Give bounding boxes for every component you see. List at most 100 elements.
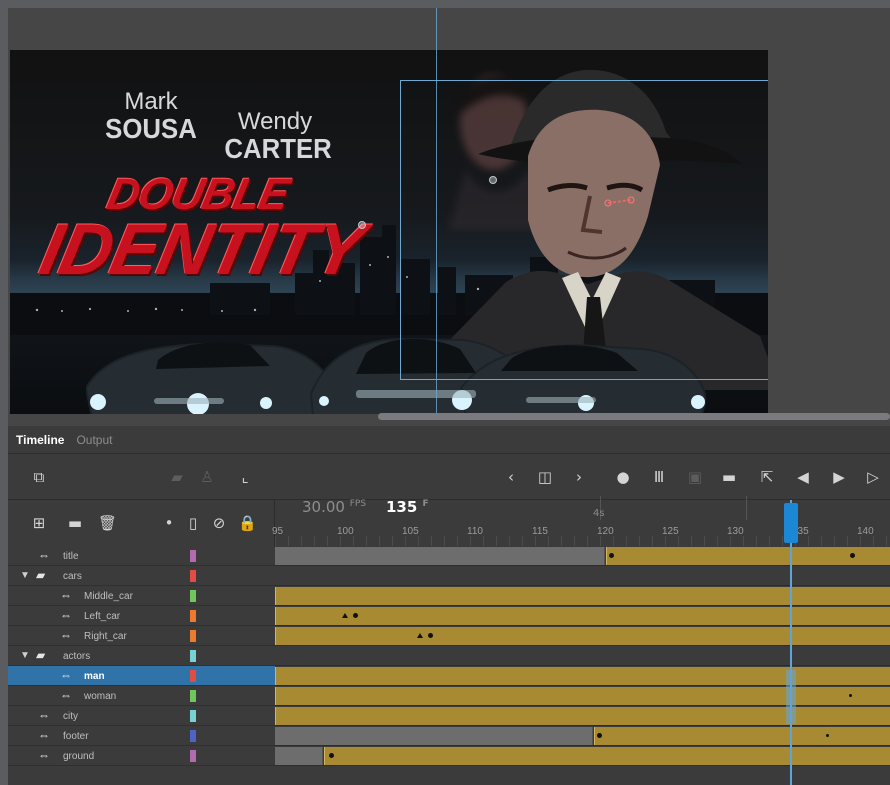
layer-color-swatch[interactable] [190,570,196,582]
tween-span[interactable] [275,607,890,625]
frame-center-icon[interactable]: ▣ [686,468,704,486]
tween-span[interactable] [275,667,890,685]
tween-span[interactable] [606,547,890,565]
frame-row-ground[interactable] [275,746,890,766]
ease-marker[interactable] [417,633,423,638]
timeline-panel: Timeline Output ⧉ ▰ ♙ ⌞ 30.00 FPS 135 F … [8,426,890,785]
layer-row-middle-car[interactable]: ⇔ Middle_car [8,586,275,606]
previous-frame-icon[interactable]: ‹ [502,468,520,486]
panel-tabs: Timeline Output [8,426,890,454]
layer-row-title[interactable]: ⇔ title [8,546,275,566]
stage-horizontal-scrollbar[interactable] [378,413,890,420]
lock-icon[interactable]: 🔒 [238,514,257,532]
keyframe[interactable] [329,753,334,758]
layer-row-man[interactable]: ⇔ man [8,666,275,686]
layer-color-swatch[interactable] [190,630,196,642]
frame-center-icon[interactable]: ▬ [720,468,738,486]
layer-color-swatch[interactable] [190,710,196,722]
keyframe[interactable] [597,733,602,738]
step-forward-icon[interactable]: ▷ [864,468,882,486]
edit-multiple-frames-icon[interactable]: Ⅲ [650,468,668,486]
vintage-cars[interactable] [86,318,706,414]
frame-row-footer[interactable] [275,726,890,746]
frame-row-middle-car[interactable] [275,586,890,606]
actor-name-mark-sousa[interactable]: Mark SOUSA [96,90,206,144]
frame-row-actors[interactable] [275,646,890,666]
layer-row-city[interactable]: ⇔ city [8,706,275,726]
delete-layer-icon[interactable]: 🗑 [98,514,117,532]
layer-color-swatch[interactable] [190,670,196,682]
tween-span[interactable] [275,687,890,705]
new-folder-icon[interactable]: ▬ [66,514,84,532]
empty-frame-span[interactable] [275,547,605,565]
next-frame-icon[interactable]: › [570,468,588,486]
title-identity[interactable]: IDENTITY [33,210,370,290]
tween-span[interactable] [324,747,890,765]
camera-icon[interactable]: ▰ [168,468,186,486]
keyframe[interactable] [353,613,358,618]
layer-color-swatch[interactable] [190,550,196,562]
layer-color-swatch[interactable] [190,650,196,662]
ease-marker[interactable] [342,613,348,618]
layers-icon[interactable]: ⧉ [30,468,48,486]
keyframe[interactable] [609,553,614,558]
frame-row-left-car[interactable] [275,606,890,626]
frame-row-man[interactable] [275,666,890,686]
frame-row-city[interactable] [275,706,890,726]
tab-output[interactable]: Output [76,433,112,447]
new-layer-icon[interactable]: ⊞ [30,514,48,532]
frame-row-title[interactable] [275,546,890,566]
layer-color-swatch[interactable] [190,590,196,602]
layer-row-right-car[interactable]: ⇔ Right_car [8,626,275,646]
layer-folder-cars[interactable]: ▼ ▰ cars [8,566,275,586]
layer-folder-actors[interactable]: ▼ ▰ actors [8,646,275,666]
frame-grid[interactable] [275,546,890,766]
layer-color-swatch[interactable] [190,610,196,622]
layer-controls: ⊞ ▬ 🗑 • ▯ ⊘ 🔒 [8,500,275,546]
chevron-down-icon[interactable]: ▼ [20,650,30,661]
motion-layer-icon: ⇔ [38,708,50,722]
stage-area[interactable]: Mark SOUSA Wendy CARTER DOUBLE IDENTITY [8,8,890,426]
graph-icon[interactable]: ⌞ [236,468,254,486]
step-back-icon[interactable]: ◀ [794,468,812,486]
actor-name-wendy-carter[interactable]: Wendy CARTER [220,110,331,164]
frame-row-cars[interactable] [275,566,890,586]
movie-poster-stage[interactable]: Mark SOUSA Wendy CARTER DOUBLE IDENTITY [10,50,768,414]
play-icon[interactable]: ▶ [830,468,848,486]
keyframe[interactable] [428,633,433,638]
insert-keyframe-icon[interactable]: ◫ [536,468,554,486]
keyframe[interactable] [849,694,852,697]
empty-frame-span[interactable] [275,747,323,765]
playhead-handle[interactable] [784,503,798,543]
layer-color-swatch[interactable] [190,730,196,742]
timeline-controls: ⧉ ▰ ♙ ⌞ 30.00 FPS 135 F ‹ ◫ › ● Ⅲ ▣ ▬ ⇱ … [8,454,890,520]
empty-frame-span[interactable] [275,727,593,745]
keyframe[interactable] [850,553,855,558]
onion-skin-icon[interactable]: ● [614,468,632,486]
tween-span[interactable] [275,587,890,605]
frame-row-woman[interactable] [275,686,890,706]
keyframe[interactable] [826,734,829,737]
registration-handle[interactable] [489,176,497,184]
tween-span[interactable] [594,727,890,745]
layer-row-left-car[interactable]: ⇔ Left_car [8,606,275,626]
layer-row-footer[interactable]: ⇔ footer [8,726,275,746]
tab-timeline[interactable]: Timeline [16,433,64,447]
frame-row-right-car[interactable] [275,626,890,646]
layer-row-ground[interactable]: ⇔ ground [8,746,275,766]
layer-row-woman[interactable]: ⇔ woman [8,686,275,706]
visibility-icon[interactable]: ⊘ [210,514,228,532]
loop-icon[interactable]: ⇱ [758,468,776,486]
layer-color-swatch[interactable] [190,750,196,762]
layer-name: man [84,671,105,682]
registration-handle[interactable] [358,221,366,229]
tween-span[interactable] [275,627,890,645]
animate-workspace: Mark SOUSA Wendy CARTER DOUBLE IDENTITY [0,0,890,785]
layer-depth-icon[interactable]: ♙ [198,468,216,486]
actor-last-name: SOUSA [105,113,197,144]
outline-icon[interactable]: ▯ [184,514,202,532]
tween-span[interactable] [275,707,890,725]
layer-color-swatch[interactable] [190,690,196,702]
chevron-down-icon[interactable]: ▼ [20,570,30,581]
layer-visibility-icon[interactable]: • [160,514,178,532]
